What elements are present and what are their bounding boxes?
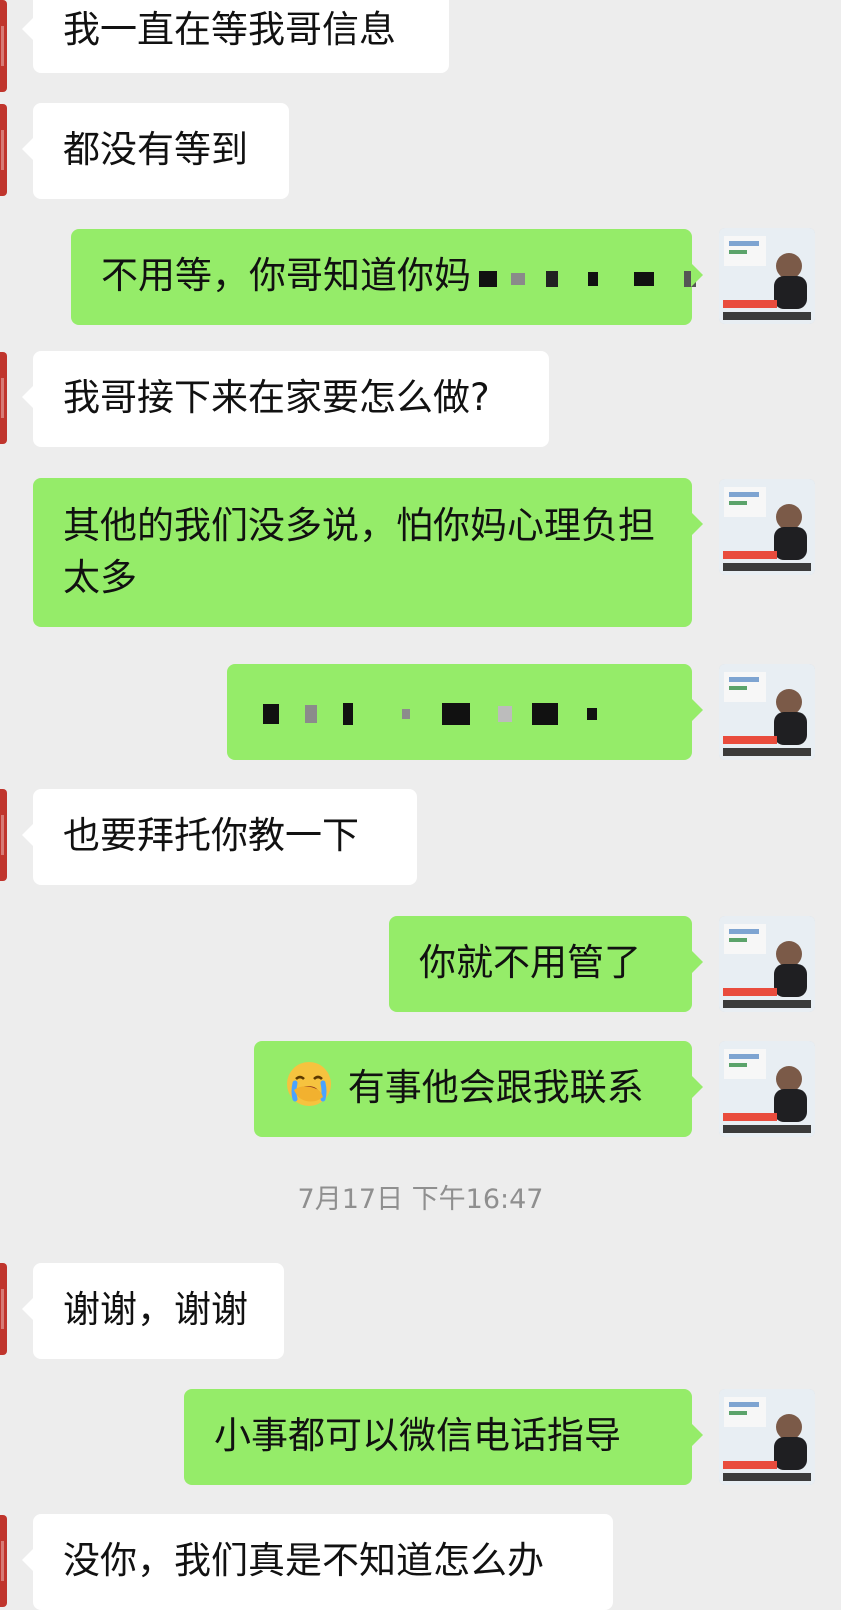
contact-avatar-icon[interactable] bbox=[0, 1515, 7, 1607]
contact-avatar-icon[interactable] bbox=[0, 352, 7, 444]
user-avatar-icon bbox=[719, 479, 815, 575]
message-text: 我哥接下来在家要怎么做? bbox=[63, 376, 490, 419]
message-bubble-outgoing[interactable]: 你就不用管了 bbox=[389, 916, 703, 1012]
chat-timestamp: 7月17日 下午16:47 bbox=[297, 1184, 544, 1215]
message-text: 我一直在等我哥信息 bbox=[63, 8, 396, 51]
message-text: 有事他会跟我联系 bbox=[347, 1066, 644, 1109]
message-text: 也要拜托你教一下 bbox=[63, 814, 359, 857]
message-bubble-incoming[interactable]: 都没有等到 bbox=[22, 103, 289, 199]
message-text: 你就不用管了 bbox=[419, 941, 641, 984]
message-bubble-incoming[interactable]: 我一直在等我哥信息 bbox=[22, 0, 449, 73]
redaction-mosaic bbox=[263, 684, 598, 742]
chat-window: 我一直在等我哥信息 都没有等到 不用等，你哥知道你妈 我哥接下来在家要怎么做? … bbox=[0, 0, 841, 1610]
face-with-hand-over-mouth-crying-emoji bbox=[287, 1062, 331, 1106]
message-bubble-outgoing[interactable]: 有事他会跟我联系 bbox=[254, 1041, 703, 1137]
contact-avatar-icon[interactable] bbox=[0, 1263, 7, 1355]
user-avatar[interactable] bbox=[719, 916, 815, 1012]
message-bubble-incoming[interactable]: 也要拜托你教一下 bbox=[22, 789, 417, 885]
message-bubble-incoming[interactable]: 我哥接下来在家要怎么做? bbox=[22, 351, 549, 447]
user-avatar-icon bbox=[719, 664, 815, 760]
message-bubble-outgoing[interactable]: 不用等，你哥知道你妈 bbox=[71, 229, 703, 325]
user-avatar-icon bbox=[719, 1389, 815, 1485]
user-avatar[interactable] bbox=[719, 664, 815, 760]
user-avatar[interactable] bbox=[719, 228, 815, 324]
message-text: 都没有等到 bbox=[63, 128, 248, 171]
message-bubble-outgoing[interactable]: 其他的我们没多说，怕你妈心理负担太多 bbox=[33, 478, 703, 627]
message-bubble-incoming[interactable]: 没你，我们真是不知道怎么办 bbox=[22, 1514, 613, 1610]
message-text: 其他的我们没多说，怕你妈心理负担太多 bbox=[63, 504, 655, 599]
message-bubble-incoming[interactable]: 谢谢，谢谢 bbox=[22, 1263, 284, 1359]
message-bubble-outgoing[interactable] bbox=[227, 664, 703, 760]
user-avatar[interactable] bbox=[719, 479, 815, 575]
contact-avatar-icon[interactable] bbox=[0, 789, 7, 881]
user-avatar[interactable] bbox=[719, 1389, 815, 1485]
contact-avatar-icon[interactable] bbox=[0, 104, 7, 196]
contact-avatar-icon[interactable] bbox=[0, 0, 7, 92]
message-text: 谢谢，谢谢 bbox=[63, 1288, 248, 1331]
message-text: 小事都可以微信电话指导 bbox=[214, 1414, 621, 1457]
message-bubble-outgoing[interactable]: 小事都可以微信电话指导 bbox=[184, 1389, 703, 1485]
redaction-mosaic bbox=[478, 249, 696, 307]
message-text: 没你，我们真是不知道怎么办 bbox=[63, 1539, 544, 1582]
user-avatar-icon bbox=[719, 228, 815, 324]
user-avatar[interactable] bbox=[719, 1041, 815, 1137]
user-avatar-icon bbox=[719, 916, 815, 1012]
user-avatar-icon bbox=[719, 1041, 815, 1137]
message-text: 不用等，你哥知道你妈 bbox=[101, 254, 471, 297]
